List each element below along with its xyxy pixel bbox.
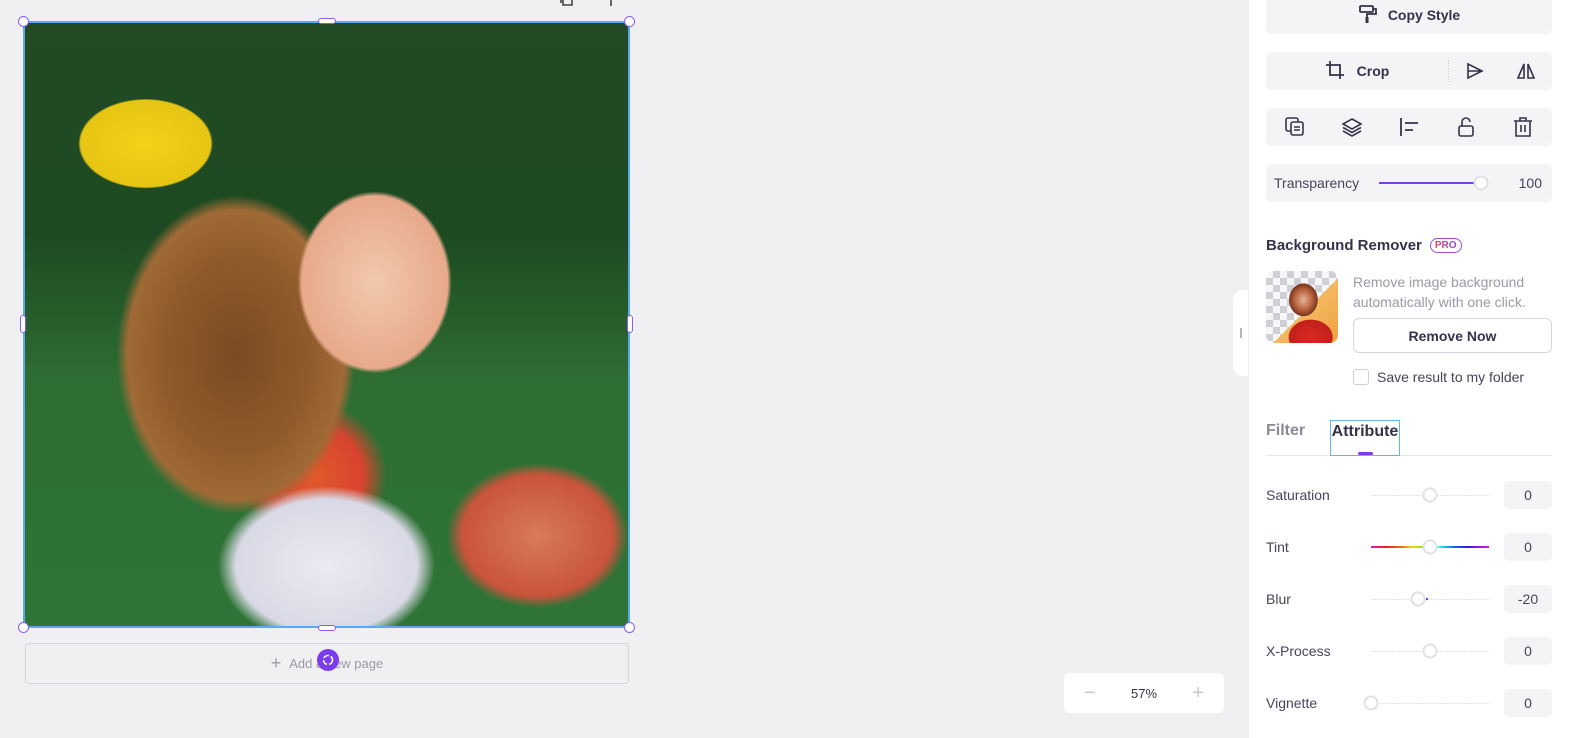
adjustment-row-vignette: Vignette 0	[1266, 689, 1552, 717]
zoom-in-button[interactable]: +	[1192, 682, 1204, 705]
element-actions-row	[1266, 108, 1552, 146]
tab-filter[interactable]: Filter	[1266, 422, 1305, 440]
resize-handle-bottom-left[interactable]	[18, 622, 29, 633]
zoom-control: − 57% +	[1064, 673, 1224, 713]
crop-label: Crop	[1356, 63, 1390, 79]
flip-horizontal-button[interactable]	[1501, 62, 1553, 80]
x-process-slider[interactable]	[1371, 643, 1489, 659]
resize-handle-top-left[interactable]	[18, 16, 29, 27]
x-process-value[interactable]: 0	[1504, 637, 1552, 665]
plus-icon: +	[270, 653, 282, 673]
copy-style-button[interactable]: Copy Style	[1266, 0, 1552, 34]
transparency-slider-knob[interactable]	[1473, 175, 1489, 191]
canvas-area[interactable]: + Add a new page − 57% +	[0, 0, 1248, 738]
duplicate-page-icon[interactable]	[560, 0, 578, 12]
vignette-value[interactable]: 0	[1504, 689, 1552, 717]
save-result-checkbox[interactable]	[1353, 369, 1369, 385]
vignette-label: Vignette	[1266, 695, 1318, 711]
saturation-value[interactable]: 0	[1504, 481, 1552, 509]
trash-icon	[1514, 117, 1533, 137]
adjustment-row-tint: Tint 0	[1266, 533, 1552, 561]
background-remover-label: Background Remover	[1266, 237, 1422, 254]
crop-flip-row: Crop	[1266, 52, 1552, 90]
blur-slider-knob[interactable]	[1410, 591, 1426, 607]
selected-image[interactable]	[23, 21, 630, 628]
duplicate-button[interactable]	[1280, 112, 1310, 142]
vignette-slider[interactable]	[1363, 695, 1489, 711]
unlock-icon	[1458, 117, 1474, 137]
adjustment-row-saturation: Saturation 0	[1266, 481, 1552, 509]
filter-attribute-tabs: Filter Attribute	[1266, 418, 1552, 456]
blur-slider[interactable]	[1371, 591, 1489, 607]
tint-value[interactable]: 0	[1504, 533, 1552, 561]
save-result-label: Save result to my folder	[1377, 369, 1525, 385]
background-remover-description: Remove image background automatically wi…	[1353, 274, 1526, 310]
x-process-label: X-Process	[1266, 643, 1331, 659]
transparency-slider[interactable]	[1379, 175, 1489, 191]
transparency-label: Transparency	[1274, 175, 1360, 191]
crop-icon	[1325, 60, 1345, 83]
zoom-level: 57%	[1130, 685, 1158, 701]
more-icon[interactable]	[608, 0, 614, 12]
tint-label: Tint	[1266, 539, 1289, 555]
align-button[interactable]	[1394, 112, 1424, 142]
saturation-label: Saturation	[1266, 487, 1330, 503]
flip-vertical-button[interactable]	[1449, 62, 1501, 80]
layers-icon	[1341, 118, 1362, 137]
rotate-icon[interactable]	[317, 649, 339, 671]
resize-handle-top-right[interactable]	[624, 16, 635, 27]
properties-panel: Copy Style Crop Transparency 100 Backgro…	[1248, 0, 1571, 738]
lock-button[interactable]	[1451, 112, 1481, 142]
resize-handle-top[interactable]	[318, 18, 336, 24]
blur-value[interactable]: -20	[1504, 585, 1552, 613]
copy-style-label: Copy Style	[1387, 7, 1461, 23]
slider-center-mark	[1426, 597, 1428, 600]
duplicate-icon	[1284, 117, 1304, 136]
grip-icon	[1240, 328, 1242, 338]
tab-attribute[interactable]: Attribute	[1330, 420, 1400, 456]
vignette-slider-knob[interactable]	[1363, 695, 1379, 711]
transparency-value: 100	[1518, 175, 1542, 191]
saturation-slider[interactable]	[1371, 487, 1489, 503]
resize-handle-right[interactable]	[627, 315, 633, 333]
flip-vertical-icon	[1466, 62, 1484, 80]
align-left-icon	[1400, 118, 1418, 136]
tint-slider-knob[interactable]	[1422, 539, 1438, 555]
transparency-row: Transparency 100	[1266, 164, 1552, 202]
pro-badge: PRO	[1429, 238, 1462, 253]
remove-now-button[interactable]: Remove Now	[1353, 318, 1552, 353]
adjustment-row-blur: Blur -20	[1266, 585, 1552, 613]
tab-attribute-label: Attribute	[1331, 423, 1399, 440]
tint-slider[interactable]	[1371, 539, 1489, 555]
layers-button[interactable]	[1337, 112, 1367, 142]
flip-horizontal-icon	[1517, 63, 1536, 79]
save-result-row: Save result to my folder	[1353, 369, 1524, 385]
background-remover-title: Background Remover PRO	[1266, 237, 1462, 254]
background-remover-thumbnail	[1266, 271, 1338, 343]
crop-button[interactable]: Crop	[1266, 60, 1448, 83]
delete-button[interactable]	[1508, 112, 1538, 142]
saturation-slider-knob[interactable]	[1422, 487, 1438, 503]
x-process-slider-knob[interactable]	[1422, 643, 1438, 659]
active-tab-indicator	[1358, 452, 1373, 455]
resize-handle-left[interactable]	[20, 315, 26, 333]
paint-roller-icon	[1358, 4, 1378, 27]
zoom-out-button[interactable]: −	[1084, 682, 1096, 705]
resize-handle-bottom-right[interactable]	[624, 622, 635, 633]
resize-handle-bottom[interactable]	[318, 625, 336, 631]
adjustment-row-x-process: X-Process 0	[1266, 637, 1552, 665]
photo	[25, 23, 628, 626]
blur-label: Blur	[1266, 591, 1291, 607]
element-toolbar	[560, 0, 614, 12]
collapse-panel-handle[interactable]	[1233, 290, 1249, 376]
